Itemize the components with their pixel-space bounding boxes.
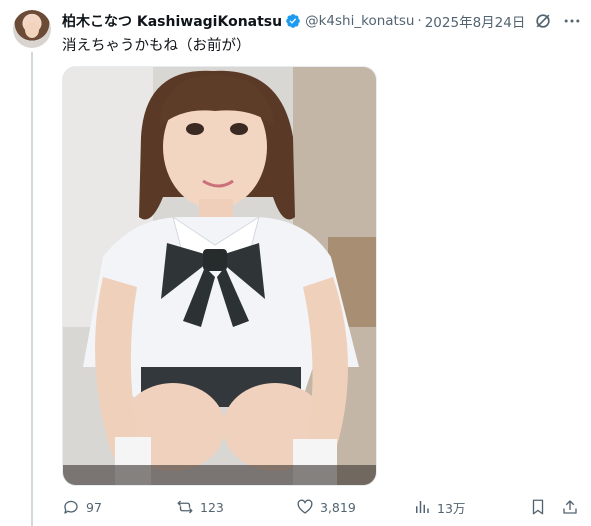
repost-icon xyxy=(177,500,193,514)
user-handle[interactable]: @k4shi_konatsu xyxy=(305,13,414,29)
display-name[interactable]: 柏木こなつ KashiwagiKonatsu xyxy=(62,11,282,31)
avatar[interactable] xyxy=(13,10,51,48)
separator-dot: · xyxy=(417,13,422,29)
like-count: 3,819 xyxy=(320,499,356,515)
repost-button[interactable]: 123 xyxy=(176,496,224,518)
tweet-actions: 97 123 3,819 13万 xyxy=(0,496,591,518)
grok-icon[interactable] xyxy=(533,11,553,31)
tweet-header: 柏木こなつ KashiwagiKonatsu @k4shi_konatsu · … xyxy=(62,11,525,31)
bookmark-icon[interactable] xyxy=(529,498,547,516)
like-button[interactable]: 3,819 xyxy=(296,496,356,518)
analytics-icon xyxy=(416,501,429,513)
verified-badge-icon xyxy=(286,14,300,28)
thread-line xyxy=(31,52,33,526)
reply-icon xyxy=(64,500,78,514)
heart-icon xyxy=(297,499,313,514)
tweet-text: 消えちゃうかもね（お前が） xyxy=(62,38,251,54)
photo-illustration xyxy=(63,67,376,485)
avatar-face xyxy=(25,22,39,38)
views-button[interactable]: 13万 xyxy=(413,496,465,518)
share-icon[interactable] xyxy=(561,498,579,516)
view-count: 13万 xyxy=(437,500,466,516)
tweet: 柏木こなつ KashiwagiKonatsu @k4shi_konatsu · … xyxy=(0,0,591,526)
more-options-icon[interactable] xyxy=(562,11,582,31)
repost-count: 123 xyxy=(200,499,224,515)
reply-button[interactable]: 97 xyxy=(62,496,102,518)
reply-count: 97 xyxy=(86,499,102,515)
tweet-photo[interactable] xyxy=(62,66,377,486)
tweet-date[interactable]: 2025年8月24日 xyxy=(425,11,526,31)
